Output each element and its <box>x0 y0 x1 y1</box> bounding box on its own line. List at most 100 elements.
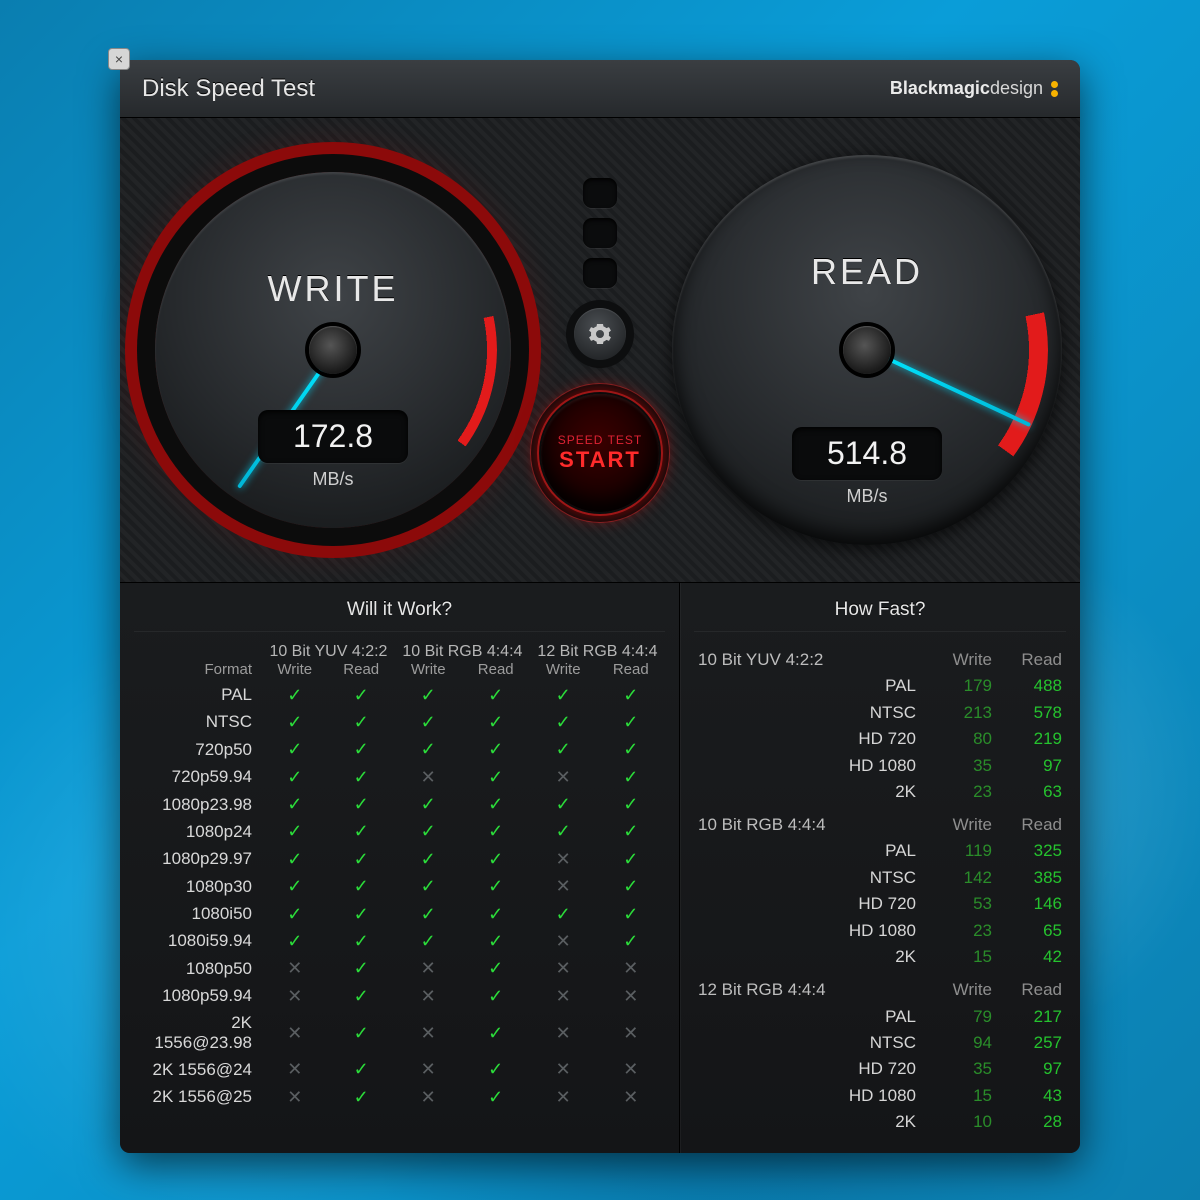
read-fps: 257 <box>996 1030 1066 1056</box>
check-icon: ✓ <box>597 928 665 955</box>
cross-icon: ✕ <box>262 1056 328 1083</box>
start-button-label: START <box>559 447 641 473</box>
table-row: 2K1542 <box>694 944 1066 970</box>
format-label: 2K <box>694 944 926 970</box>
hf-group-header: 12 Bit RGB 4:4:4WriteRead <box>694 970 1066 1003</box>
write-fps: 23 <box>926 917 996 943</box>
brand-name: Blackmagicdesign <box>890 78 1043 99</box>
table-row: HD 72080219 <box>694 726 1066 752</box>
table-row: 1080p29.97✓✓✓✓✕✓ <box>134 846 665 873</box>
format-label: PAL <box>134 681 262 708</box>
titlebar: Disk Speed Test Blackmagicdesign <box>120 60 1080 118</box>
check-icon: ✓ <box>328 983 395 1010</box>
write-fps: 119 <box>926 838 996 864</box>
cross-icon: ✕ <box>597 983 665 1010</box>
read-fps: 97 <box>996 1056 1066 1082</box>
format-label: NTSC <box>694 1030 926 1056</box>
center-controls: SPEED TEST START <box>540 188 660 512</box>
write-unit: MB/s <box>258 469 408 490</box>
write-gauge-label: WRITE <box>155 268 511 310</box>
format-label: HD 720 <box>694 726 926 752</box>
read-fps: 488 <box>996 673 1066 699</box>
check-icon: ✓ <box>395 791 462 818</box>
check-icon: ✓ <box>395 900 462 927</box>
start-button-subtitle: SPEED TEST <box>558 433 642 447</box>
write-fps: 213 <box>926 700 996 726</box>
check-icon: ✓ <box>328 1084 395 1111</box>
write-fps: 179 <box>926 673 996 699</box>
hf-group-name: 10 Bit RGB 4:4:4 <box>694 805 926 838</box>
write-fps: 10 <box>926 1109 996 1135</box>
check-icon: ✓ <box>462 709 530 736</box>
write-fps: 79 <box>926 1003 996 1029</box>
hf-col-write: Write <box>926 640 996 673</box>
hf-group-name: 12 Bit RGB 4:4:4 <box>694 970 926 1003</box>
wiw-group-header: 10 Bit YUV 4:2:2 <box>262 640 395 661</box>
check-icon: ✓ <box>395 873 462 900</box>
read-fps: 578 <box>996 700 1066 726</box>
app-title: Disk Speed Test <box>142 75 315 103</box>
read-fps: 65 <box>996 917 1066 943</box>
format-label: 1080p29.97 <box>134 846 262 873</box>
read-fps: 43 <box>996 1082 1066 1108</box>
cross-icon: ✕ <box>530 1084 597 1111</box>
format-label: 1080p23.98 <box>134 791 262 818</box>
check-icon: ✓ <box>462 1056 530 1083</box>
check-icon: ✓ <box>597 791 665 818</box>
format-label: 720p59.94 <box>134 764 262 791</box>
format-label: NTSC <box>694 865 926 891</box>
cross-icon: ✕ <box>530 983 597 1010</box>
table-row: HD 72053146 <box>694 891 1066 917</box>
cross-icon: ✕ <box>530 873 597 900</box>
read-unit: MB/s <box>792 486 942 507</box>
write-fps: 15 <box>926 944 996 970</box>
check-icon: ✓ <box>328 791 395 818</box>
cross-icon: ✕ <box>395 1056 462 1083</box>
start-button[interactable]: SPEED TEST START <box>541 394 659 512</box>
will-it-work-title: Will it Work? <box>134 593 665 632</box>
format-label: 1080p59.94 <box>134 983 262 1010</box>
format-label: HD 720 <box>694 891 926 917</box>
check-icon: ✓ <box>328 928 395 955</box>
table-row: 1080p30✓✓✓✓✕✓ <box>134 873 665 900</box>
cross-icon: ✕ <box>597 1010 665 1056</box>
cross-icon: ✕ <box>530 764 597 791</box>
write-fps: 94 <box>926 1030 996 1056</box>
format-label: HD 1080 <box>694 752 926 778</box>
write-fps: 35 <box>926 1056 996 1082</box>
table-row: 1080p23.98✓✓✓✓✓✓ <box>134 791 665 818</box>
table-row: HD 10801543 <box>694 1082 1066 1108</box>
hf-group-header: 10 Bit RGB 4:4:4WriteRead <box>694 805 1066 838</box>
table-row: 720p59.94✓✓✕✓✕✓ <box>134 764 665 791</box>
check-icon: ✓ <box>328 818 395 845</box>
table-row: 1080p50✕✓✕✓✕✕ <box>134 955 665 982</box>
check-icon: ✓ <box>262 709 328 736</box>
table-row: HD 7203597 <box>694 1056 1066 1082</box>
cross-icon: ✕ <box>530 1056 597 1083</box>
check-icon: ✓ <box>328 873 395 900</box>
format-label: 1080i59.94 <box>134 928 262 955</box>
gauge-panel: WRITE 172.8 MB/s SPEED TEST START <box>120 118 1080 583</box>
cross-icon: ✕ <box>395 764 462 791</box>
cross-icon: ✕ <box>395 1084 462 1111</box>
check-icon: ✓ <box>262 736 328 763</box>
format-label: 1080p24 <box>134 818 262 845</box>
table-row: PAL119325 <box>694 838 1066 864</box>
format-label: HD 1080 <box>694 1082 926 1108</box>
read-fps: 219 <box>996 726 1066 752</box>
check-icon: ✓ <box>462 764 530 791</box>
table-row: 720p50✓✓✓✓✓✓ <box>134 736 665 763</box>
wiw-format-header: Format <box>134 661 262 681</box>
table-row: 2K1028 <box>694 1109 1066 1135</box>
format-label: 2K <box>694 1109 926 1135</box>
check-icon: ✓ <box>462 681 530 708</box>
check-icon: ✓ <box>597 900 665 927</box>
check-icon: ✓ <box>462 846 530 873</box>
table-row: 1080p59.94✕✓✕✓✕✕ <box>134 983 665 1010</box>
settings-button[interactable] <box>574 308 626 360</box>
table-row: NTSC✓✓✓✓✓✓ <box>134 709 665 736</box>
table-row: 2K 1556@23.98✕✓✕✓✕✕ <box>134 1010 665 1056</box>
close-button[interactable]: × <box>108 48 130 70</box>
cross-icon: ✕ <box>530 846 597 873</box>
format-label: PAL <box>694 1003 926 1029</box>
